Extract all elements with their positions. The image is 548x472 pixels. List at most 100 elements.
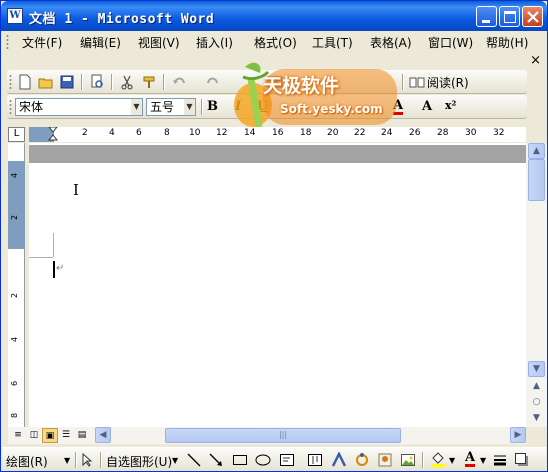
close-button[interactable]: [522, 6, 543, 27]
separator: [163, 74, 164, 90]
oval-tool-icon[interactable]: [255, 452, 271, 468]
format-painter-icon[interactable]: [141, 74, 157, 90]
scroll-up-button[interactable]: ▲: [528, 143, 545, 159]
indent-marker-icon[interactable]: [48, 127, 59, 142]
bold-button[interactable]: B: [207, 99, 218, 114]
clip-art-icon[interactable]: [377, 452, 393, 468]
line-style-icon[interactable]: [492, 452, 508, 468]
draw-menu-button[interactable]: 绘图(R): [6, 453, 48, 470]
minimize-button[interactable]: [476, 6, 497, 27]
separator: [422, 452, 423, 468]
arrow-tool-icon[interactable]: [208, 452, 224, 468]
scroll-down-button[interactable]: ▼: [528, 361, 545, 377]
outline-view-icon[interactable]: ☰: [58, 428, 74, 443]
vertical-scroll-thumb[interactable]: [528, 159, 545, 201]
vertical-ruler[interactable]: 4 2 2 4 6 8: [8, 143, 25, 427]
close-document-button[interactable]: ×: [530, 53, 541, 68]
minimize-icon: [482, 20, 490, 23]
toolbar-grip[interactable]: [9, 74, 12, 90]
chevron-down-icon[interactable]: ▼: [64, 456, 70, 465]
chevron-down-icon[interactable]: ▼: [131, 99, 142, 115]
select-browse-object-button[interactable]: ○: [528, 395, 545, 411]
shadow-style-icon[interactable]: [514, 452, 530, 468]
scroll-left-button[interactable]: ◀: [95, 427, 111, 443]
drawing-toolbar: 绘图(R) ▼ 自选图形(U) ▼ ▼ A ▼: [2, 447, 546, 471]
line-tool-icon[interactable]: [186, 452, 202, 468]
normal-view-icon[interactable]: ≡: [10, 428, 26, 443]
menu-format[interactable]: 格式(O): [254, 34, 297, 51]
text-boundary-mark: [53, 233, 54, 257]
open-folder-icon[interactable]: [38, 74, 54, 90]
ruler-number: 26: [409, 128, 421, 138]
previous-page-button[interactable]: ▲: [528, 379, 545, 395]
scroll-right-button[interactable]: ▶: [510, 427, 526, 443]
insert-picture-icon[interactable]: [400, 452, 416, 468]
menu-grip[interactable]: [6, 34, 9, 49]
superscript-button[interactable]: x²: [445, 99, 456, 112]
chevron-down-icon[interactable]: ▼: [480, 456, 486, 465]
new-document-icon[interactable]: [17, 74, 33, 90]
menu-help[interactable]: 帮助(H): [486, 34, 528, 51]
redo-icon[interactable]: [205, 74, 221, 90]
drawing-font-color-button[interactable]: A: [465, 451, 476, 467]
ruler-number: 20: [327, 128, 339, 138]
chevron-down-icon[interactable]: ▼: [184, 99, 195, 115]
diagram-icon[interactable]: [354, 452, 370, 468]
separator: [201, 99, 202, 115]
menu-insert[interactable]: 插入(I): [196, 34, 233, 51]
ruler-number: 16: [272, 128, 284, 138]
horizontal-ruler[interactable]: 2 4 6 8 10 12 14 16 18 20 22 24 26 28 30…: [29, 127, 526, 142]
menu-edit[interactable]: 编辑(E): [80, 34, 121, 51]
cut-icon[interactable]: [119, 74, 135, 90]
ruler-number: 22: [354, 128, 366, 138]
vertical-scrollbar[interactable]: ▲ ▼ ▲ ○ ▼: [526, 143, 547, 427]
chevron-down-icon[interactable]: ▼: [449, 456, 455, 465]
horizontal-scroll-thumb[interactable]: |||: [165, 428, 401, 443]
tab-selector-button[interactable]: L: [8, 127, 25, 142]
save-icon[interactable]: [59, 74, 75, 90]
separator: [75, 452, 76, 468]
font-size-dropdown[interactable]: 五号 ▼: [146, 98, 196, 116]
font-name-dropdown[interactable]: 宋体 ▼: [15, 98, 143, 116]
close-icon: [527, 11, 539, 23]
menu-window[interactable]: 窗口(W): [428, 34, 473, 51]
vertical-textbox-icon[interactable]: [307, 452, 323, 468]
read-book-icon[interactable]: [409, 74, 425, 90]
menu-view[interactable]: 视图(V): [138, 34, 180, 51]
menu-tools[interactable]: 工具(T): [312, 34, 353, 51]
word-app-icon[interactable]: W: [7, 8, 23, 24]
reading-view-icon[interactable]: ▤: [74, 428, 90, 443]
chevron-down-icon[interactable]: ▼: [172, 456, 178, 465]
grow-font-button[interactable]: A: [422, 99, 432, 114]
text-caret: [53, 261, 55, 278]
page-top-gap: [29, 145, 526, 163]
print-view-icon[interactable]: ▣: [42, 428, 58, 443]
menu-table[interactable]: 表格(A): [370, 34, 412, 51]
web-view-icon[interactable]: ◫: [26, 428, 42, 443]
document-page[interactable]: [29, 143, 526, 427]
separator: [81, 74, 82, 90]
ruler-number: 30: [465, 128, 477, 138]
toolbar-grip[interactable]: [9, 99, 12, 115]
title-bar[interactable]: W 文档 1 - Microsoft Word: [1, 1, 547, 31]
read-mode-button[interactable]: 阅读(R): [427, 74, 469, 91]
menu-file[interactable]: 文件(F): [22, 34, 62, 51]
ruler-number: 2: [10, 214, 20, 221]
ruler-number: 4: [109, 128, 115, 138]
textbox-tool-icon[interactable]: [279, 452, 295, 468]
ruler-number: 6: [10, 380, 20, 387]
fill-color-icon[interactable]: [430, 452, 446, 468]
wordart-icon[interactable]: [331, 452, 347, 468]
text-boundary-mark: [29, 257, 53, 258]
ruler-end: [526, 127, 547, 142]
maximize-button[interactable]: [499, 6, 520, 27]
autoshapes-menu-button[interactable]: 自选图形(U): [106, 453, 172, 470]
ruler-number: 14: [244, 128, 256, 138]
print-preview-icon[interactable]: [89, 74, 105, 90]
ruler-number: 24: [381, 128, 393, 138]
select-pointer-icon[interactable]: [79, 452, 95, 468]
rectangle-tool-icon[interactable]: [232, 452, 248, 468]
separator: [402, 74, 403, 90]
next-page-button[interactable]: ▼: [528, 411, 545, 427]
undo-icon[interactable]: [171, 74, 187, 90]
